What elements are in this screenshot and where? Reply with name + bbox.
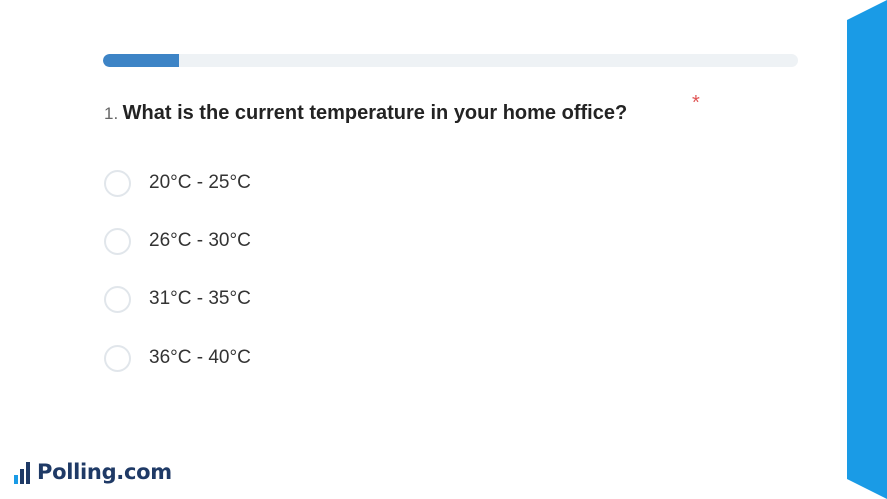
radio-button[interactable] (104, 227, 131, 255)
question-heading: 1. What is the current temperature in yo… (104, 102, 627, 125)
brand-logo: Polling.com (14, 460, 172, 484)
brand-name: Polling.com (37, 460, 172, 484)
required-marker: * (692, 92, 700, 114)
radio-button[interactable] (104, 344, 131, 372)
option-label[interactable]: 20°C - 25°C (149, 172, 251, 194)
option-26-30[interactable]: 26°C - 30°C (104, 225, 251, 257)
option-20-25[interactable]: 20°C - 25°C (104, 167, 251, 199)
option-label[interactable]: 26°C - 30°C (149, 230, 251, 252)
option-36-40[interactable]: 36°C - 40°C (104, 342, 251, 374)
question-text: What is the current temperature in your … (122, 102, 628, 124)
option-label[interactable]: 36°C - 40°C (149, 347, 251, 369)
bar-chart-icon (14, 460, 32, 484)
decorative-side-band (847, 0, 887, 499)
option-label[interactable]: 31°C - 35°C (149, 288, 251, 310)
option-31-35[interactable]: 31°C - 35°C (104, 283, 251, 315)
radio-button[interactable] (104, 169, 131, 197)
question-number: 1. (104, 104, 119, 123)
progress-bar (103, 54, 798, 67)
radio-button[interactable] (104, 285, 131, 313)
progress-fill (103, 54, 180, 67)
